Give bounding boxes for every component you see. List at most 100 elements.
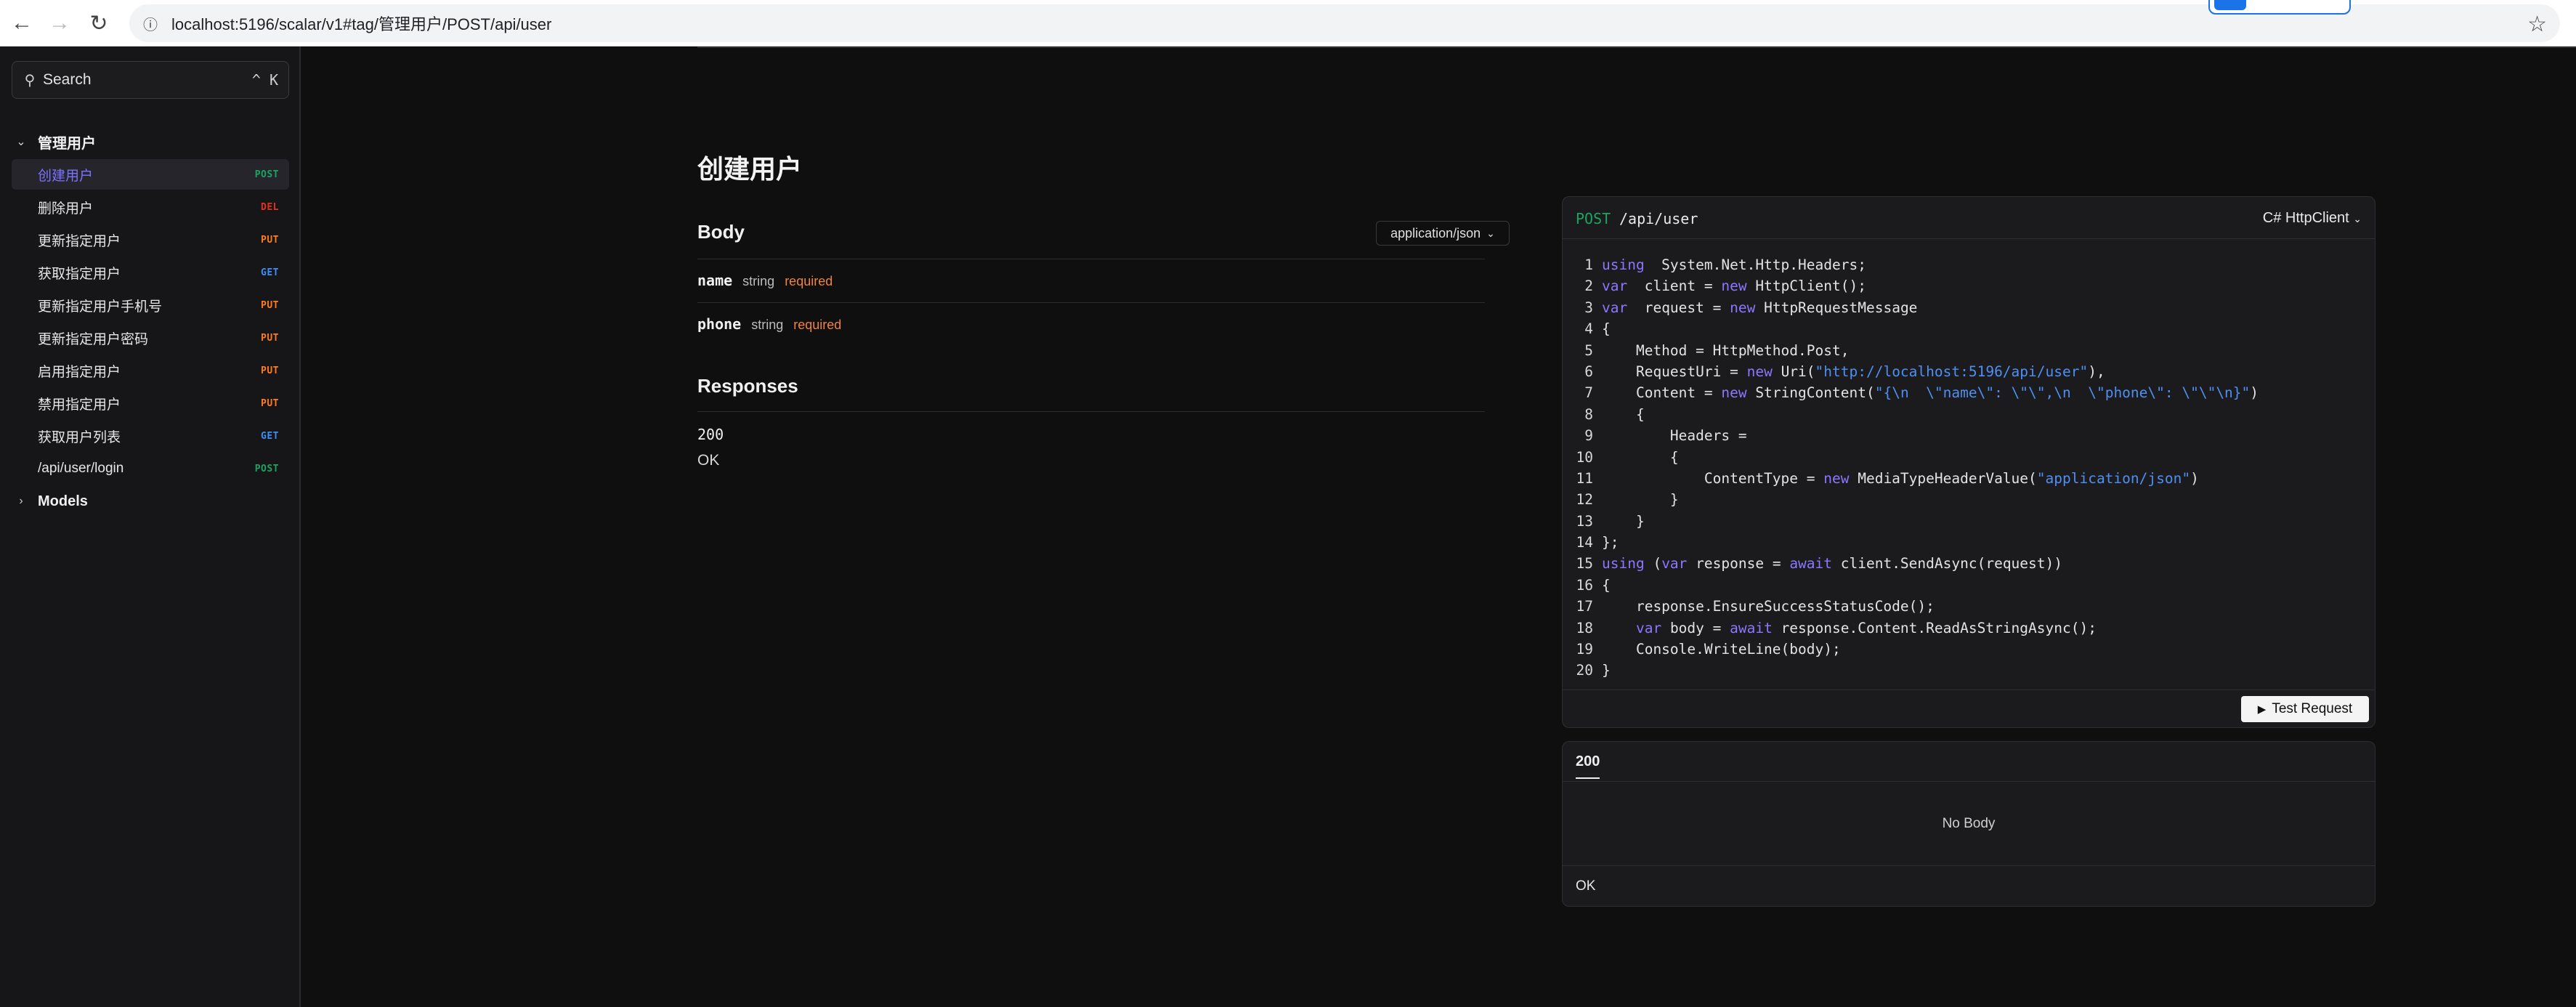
reload-icon[interactable]: ↻: [84, 9, 113, 38]
param-required: required: [793, 318, 842, 332]
code-token: Uri(: [1772, 363, 1815, 380]
sidebar-item-update-password[interactable]: 更新指定用户密码 PUT: [12, 323, 289, 353]
sidebar-group-models[interactable]: › Models: [12, 486, 289, 517]
divider: [697, 302, 1485, 303]
line-number: 20: [1576, 662, 1593, 679]
method-badge: PUT: [261, 397, 279, 409]
search-icon: ⚲: [24, 72, 36, 89]
sidebar: ⚲ Search ^ K ⌄ 管理用户 创建用户 POST 删除用户 DEL 更…: [0, 46, 301, 1007]
url-text[interactable]: localhost:5196/scalar/v1#tag/管理用户/POST/a…: [171, 12, 551, 35]
code-line: 6 RequestUri = new Uri("http://localhost…: [1563, 363, 2375, 384]
address-bar[interactable]: ⓘ localhost:5196/scalar/v1#tag/管理用户/POST…: [129, 4, 2560, 42]
code-token: (: [1644, 555, 1662, 573]
code-keyword: using: [1602, 256, 1645, 273]
code-text: };: [1602, 534, 1619, 555]
sidebar-item-label: 获取指定用户: [38, 266, 121, 282]
code-sample-footer: ▶ Test Request: [1563, 689, 2375, 727]
code-keyword: new: [1746, 363, 1773, 380]
code-line: 4{: [1563, 320, 2375, 341]
code-text: using System.Net.Http.Headers;: [1602, 256, 1866, 278]
sidebar-item-create-user[interactable]: 创建用户 POST: [12, 159, 289, 190]
code-keyword: await: [1789, 555, 1833, 573]
method-badge: POST: [254, 463, 279, 474]
code-token: ): [2190, 469, 2199, 487]
code-token: response.EnsureSuccessStatusCode();: [1602, 598, 1935, 615]
divider: [697, 411, 1485, 412]
param-name-label: name: [697, 272, 733, 289]
test-request-button[interactable]: ▶ Test Request: [2241, 696, 2369, 722]
code-token: };: [1602, 534, 1619, 551]
forward-icon[interactable]: →: [45, 9, 74, 38]
method-badge: PUT: [261, 299, 279, 311]
sidebar-item-label: 删除用户: [38, 201, 94, 217]
responses-section-title: Responses: [697, 375, 798, 397]
sidebar-group-users[interactable]: ⌄ 管理用户: [12, 126, 289, 157]
sidebar-item-label: 创建用户: [38, 168, 94, 184]
tab-200[interactable]: 200: [1576, 753, 1600, 779]
code-text: Headers =: [1602, 427, 1747, 448]
response-description: OK: [697, 452, 720, 469]
sidebar-item-update-phone[interactable]: 更新指定用户手机号 PUT: [12, 290, 289, 320]
method-badge: PUT: [261, 332, 279, 344]
request-path: /api/user: [1619, 210, 1698, 227]
code-token: Console.WriteLine(body);: [1602, 641, 1841, 658]
code-token: Content =: [1602, 384, 1722, 402]
sidebar-item-list-users[interactable]: 获取用户列表 GET: [12, 421, 289, 451]
sidebar-item-label: 更新指定用户: [38, 233, 121, 249]
code-line: 10 {: [1563, 449, 2375, 470]
code-text: {: [1602, 449, 1679, 470]
line-number: 16: [1576, 576, 1593, 594]
code-line: 9 Headers =: [1563, 427, 2375, 448]
method-badge: PUT: [261, 234, 279, 246]
content-type-select[interactable]: application/json ⌄: [1376, 221, 1510, 246]
code-token: Headers =: [1602, 427, 1747, 445]
code-string: "http://localhost:5196/api/user": [1815, 363, 2089, 380]
sidebar-item-update-user[interactable]: 更新指定用户 PUT: [12, 225, 289, 255]
sidebar-item-login[interactable]: /api/user/login POST: [12, 453, 289, 484]
sidebar-item-disable-user[interactable]: 禁用指定用户 PUT: [12, 388, 289, 418]
code-text: var request = new HttpRequestMessage: [1602, 299, 1917, 320]
code-text: }: [1602, 513, 1645, 534]
sidebar-item-label: 启用指定用户: [38, 364, 121, 380]
code-line: 8 {: [1563, 406, 2375, 427]
extension-icon: [2214, 0, 2246, 10]
code-sample-header: POST /api/user C# HttpClient ⌄: [1563, 197, 2375, 239]
line-number: 4: [1584, 320, 1593, 338]
sidebar-item-get-user[interactable]: 获取指定用户 GET: [12, 257, 289, 288]
code-keyword: var: [1635, 619, 1662, 636]
request-method: POST: [1576, 210, 1611, 227]
code-line: 17 response.EnsureSuccessStatusCode();: [1563, 598, 2375, 619]
back-icon[interactable]: ←: [7, 9, 36, 38]
line-number: 11: [1576, 469, 1593, 487]
code-text: using (var response = await client.SendA…: [1602, 555, 2062, 576]
code-line: 16 {: [1563, 577, 2375, 598]
code-keyword: var: [1602, 278, 1628, 295]
line-number: 6: [1584, 363, 1593, 380]
method-badge: GET: [261, 267, 279, 278]
sidebar-item-label: 禁用指定用户: [38, 397, 121, 413]
sidebar-item-delete-user[interactable]: 删除用户 DEL: [12, 192, 289, 222]
code-line: 14};: [1563, 534, 2375, 555]
param-required: required: [785, 274, 833, 288]
line-number: 15: [1576, 555, 1593, 573]
param-name: name string required: [697, 272, 833, 289]
method-badge: DEL: [261, 201, 279, 213]
sidebar-group-label: Models: [38, 493, 88, 509]
code-text: RequestUri = new Uri("http://localhost:5…: [1602, 363, 2105, 384]
code-text: response.EnsureSuccessStatusCode();: [1602, 598, 1935, 619]
code-block[interactable]: 1 using System.Net.Http.Headers; 2 var clie…: [1563, 256, 2375, 684]
sidebar-item-enable-user[interactable]: 启用指定用户 PUT: [12, 355, 289, 386]
bookmark-star-icon[interactable]: ☆: [2527, 12, 2547, 37]
site-info-icon[interactable]: ⓘ: [139, 12, 161, 34]
search-input[interactable]: ⚲ Search ^ K: [12, 61, 289, 99]
chevron-down-icon: ⌄: [2353, 213, 2362, 225]
line-number: 3: [1584, 299, 1593, 316]
divider: [1563, 865, 2375, 866]
code-keyword: new: [1730, 299, 1756, 316]
code-line: 7 Content = new StringContent("{\n \"nam…: [1563, 384, 2375, 405]
extension-popup[interactable]: [2208, 0, 2351, 15]
language-select[interactable]: C# HttpClient ⌄: [2263, 210, 2362, 227]
code-text: var client = new HttpClient();: [1602, 278, 1866, 299]
code-line: 1 using System.Net.Http.Headers;: [1563, 256, 2375, 278]
code-text: var body = await response.Content.ReadAs…: [1602, 620, 2097, 641]
